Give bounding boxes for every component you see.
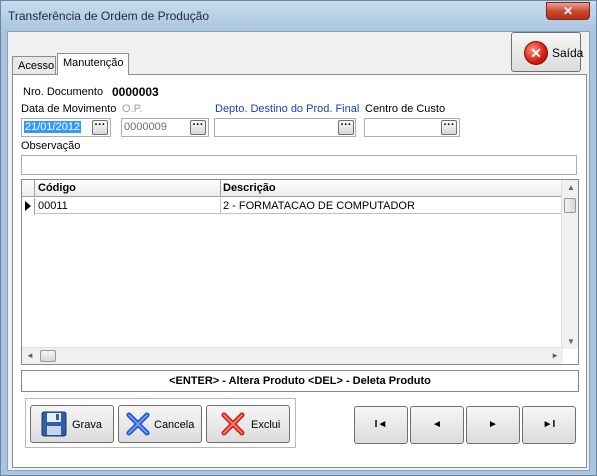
tab-manutencao[interactable]: Manutenção [57, 53, 129, 75]
table-row-cell-descricao[interactable]: 2 - FORMATACAO DE COMPUTADOR [221, 198, 563, 214]
action-buttons-group: Grava Cancela Exclui [25, 398, 296, 448]
exit-icon: ✕ [524, 41, 548, 65]
nav-next-button[interactable]: ► [466, 406, 520, 444]
grava-button[interactable]: Grava [30, 405, 114, 443]
doc-number-label: Nro. Documento [23, 86, 104, 98]
keyboard-hint: <ENTER> - Altera Produto <DEL> - Deleta … [21, 370, 579, 392]
observacao-label: Observação [21, 140, 81, 152]
depto-destino-lookup-button[interactable]: ··· [338, 120, 354, 135]
scroll-up-arrow-icon[interactable]: ▲ [567, 183, 575, 192]
grid-vertical-scrollbar[interactable]: ▲ ▼ [561, 180, 578, 349]
nav-prev-button[interactable]: ◄ [410, 406, 464, 444]
cancela-label: Cancela [154, 419, 195, 431]
cancel-x-icon [126, 412, 150, 436]
client-area: Acesso Manutenção ✕ Saída Nro. Documento… [7, 31, 590, 471]
close-button[interactable]: ✕ [546, 2, 590, 20]
grid-header: Código Descrição [22, 180, 563, 197]
window-title: Transferência de Ordem de Produção [8, 9, 209, 23]
scroll-right-arrow-icon[interactable]: ► [551, 351, 559, 360]
main-window: Transferência de Ordem de Produção ✕ Ace… [0, 0, 597, 476]
exit-button-label: Saída [552, 46, 584, 60]
title-bar: Transferência de Ordem de Produção ✕ [1, 1, 596, 31]
cancela-button[interactable]: Cancela [118, 405, 202, 443]
depto-destino-label: Depto. Destino do Prod. Final [215, 103, 360, 115]
data-movimento-value: 21/01/2012 [24, 121, 82, 133]
centro-custo-label: Centro de Custo [365, 103, 446, 115]
table-row-cell-codigo[interactable]: 00011 [36, 198, 221, 214]
scroll-left-arrow-icon[interactable]: ◄ [26, 351, 34, 360]
column-header-descricao[interactable]: Descrição [221, 180, 563, 197]
op-value: 0000009 [124, 121, 167, 133]
grid-horizontal-scrollbar[interactable]: ◄ ► [22, 347, 563, 364]
data-movimento-label: Data de Movimento [21, 103, 117, 115]
scroll-down-arrow-icon[interactable]: ▼ [567, 337, 575, 346]
horizontal-scroll-thumb[interactable] [40, 350, 56, 362]
grava-label: Grava [72, 419, 102, 431]
nav-first-button[interactable]: I◄ [354, 406, 408, 444]
op-label: O.P. [122, 103, 143, 115]
exit-button[interactable]: ✕ Saída [511, 32, 584, 72]
current-row-indicator [22, 198, 35, 215]
centro-custo-lookup-button[interactable]: ··· [441, 120, 457, 135]
depto-destino-field[interactable] [214, 118, 356, 137]
op-lookup-button[interactable]: ··· [190, 120, 206, 135]
tab-acesso[interactable]: Acesso [12, 56, 56, 74]
products-grid[interactable]: Código Descrição 00011 2 - FORMATACAO DE… [21, 179, 579, 365]
floppy-disk-icon [41, 411, 67, 437]
exclui-button[interactable]: Exclui [206, 405, 290, 443]
nav-last-button[interactable]: ►I [522, 406, 576, 444]
column-header-codigo[interactable]: Código [36, 180, 221, 197]
grid-header-indicator [22, 180, 35, 197]
row-pointer-icon [25, 201, 31, 211]
observacao-field[interactable] [21, 155, 577, 175]
maintenance-panel: Nro. Documento 0000003 Data de Movimento… [12, 74, 587, 468]
exclui-label: Exclui [251, 419, 281, 431]
doc-number-value: 0000003 [112, 85, 159, 99]
data-movimento-lookup-button[interactable]: ··· [92, 120, 108, 135]
vertical-scroll-thumb[interactable] [564, 198, 576, 213]
delete-x-icon [221, 412, 245, 436]
